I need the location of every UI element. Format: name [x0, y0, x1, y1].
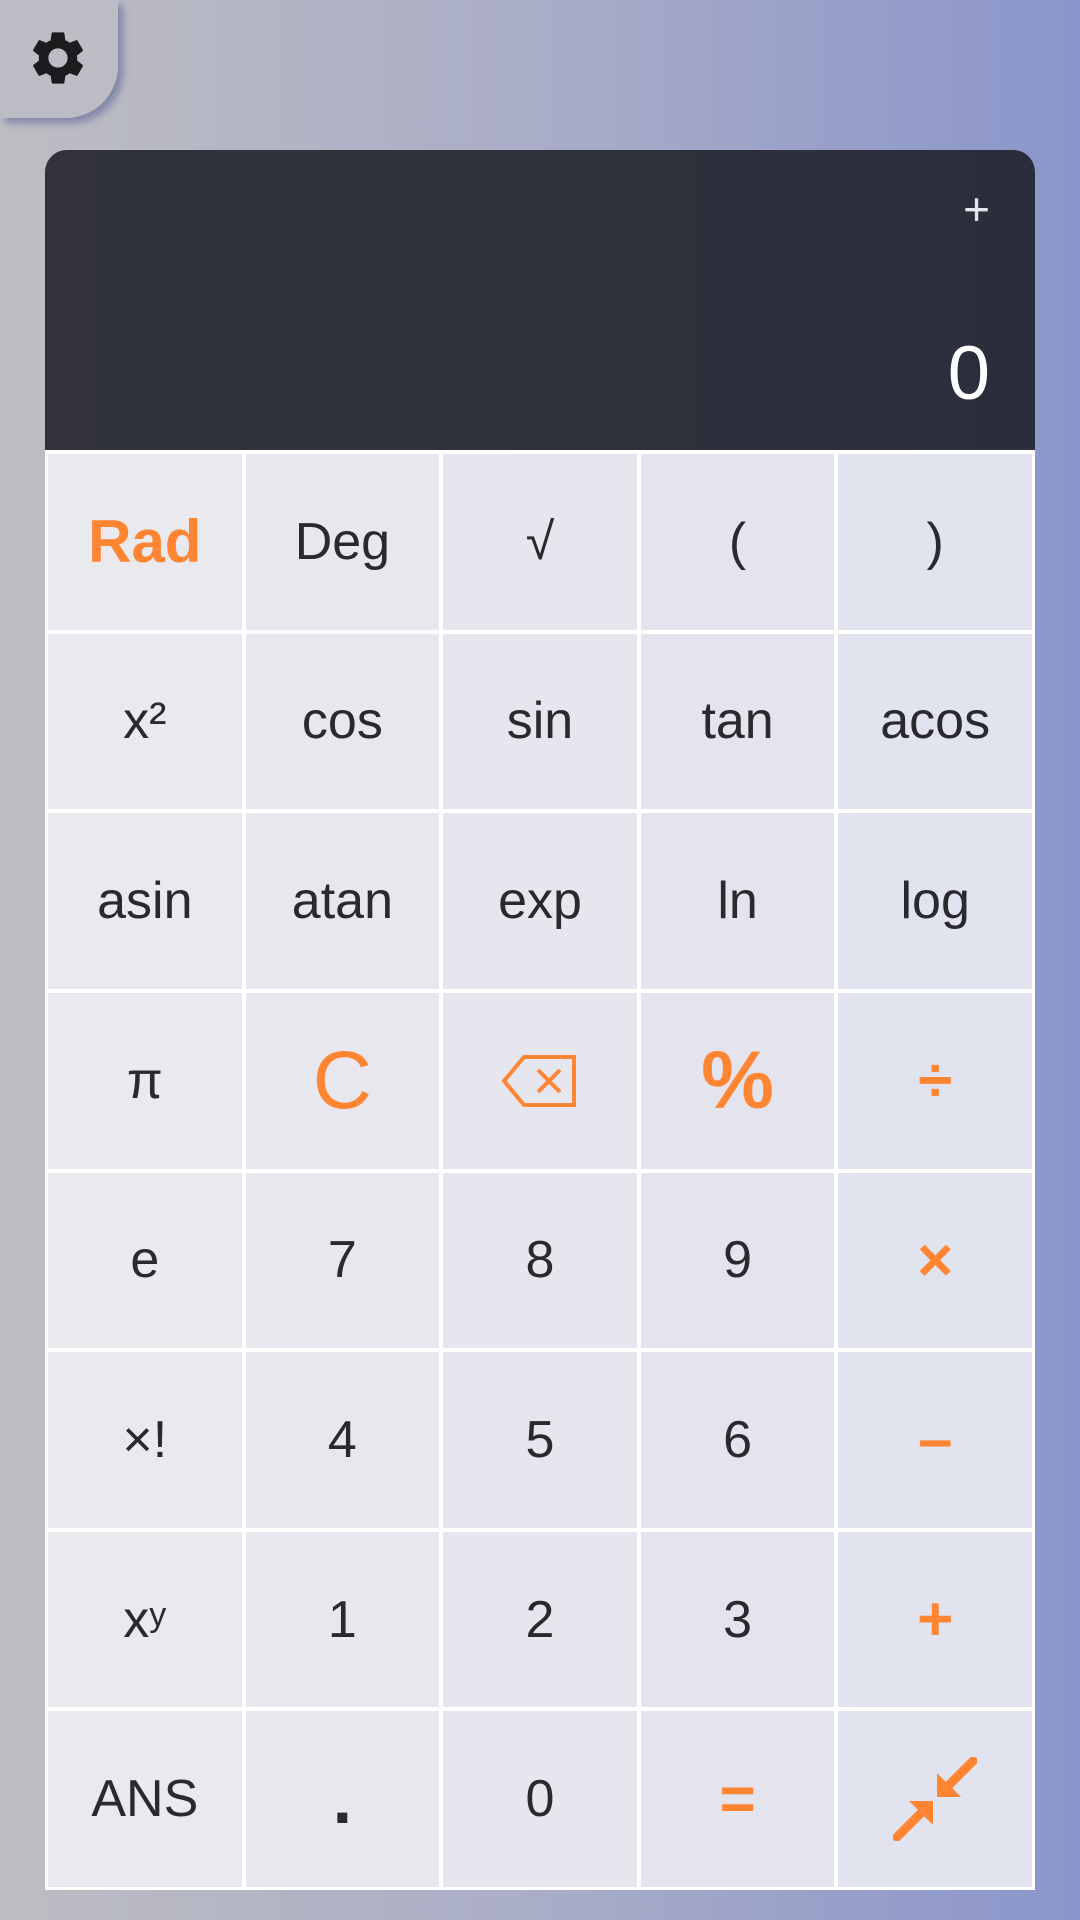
- acos-button[interactable]: acos: [838, 633, 1032, 810]
- result-display: 0: [947, 331, 990, 416]
- digit-8-button[interactable]: 8: [443, 1172, 637, 1349]
- digit-6-button[interactable]: 6: [640, 1352, 835, 1528]
- digit-9-button[interactable]: 9: [640, 1172, 835, 1349]
- keypad: Rad Deg √ ( ) x² cos sin tan acos asin a…: [45, 450, 1035, 1890]
- deg-button[interactable]: Deg: [245, 454, 440, 630]
- log-button[interactable]: log: [838, 813, 1032, 989]
- clear-button[interactable]: C: [245, 992, 440, 1169]
- digit-1-button[interactable]: 1: [245, 1531, 440, 1708]
- digit-4-button[interactable]: 4: [245, 1352, 440, 1528]
- exp-button[interactable]: exp: [443, 813, 637, 989]
- pi-button[interactable]: π: [48, 992, 242, 1169]
- calculator: + 0 Rad Deg √ ( ) x² cos sin tan acos as…: [45, 150, 1035, 1890]
- square-button[interactable]: x²: [48, 633, 242, 810]
- power-exponent: y: [149, 1596, 167, 1635]
- open-paren-button[interactable]: (: [640, 454, 835, 630]
- multiply-button[interactable]: ×: [838, 1172, 1032, 1349]
- factorial-button[interactable]: ×!: [48, 1352, 242, 1528]
- digit-3-button[interactable]: 3: [640, 1531, 835, 1708]
- history-toggle-button[interactable]: +: [963, 186, 990, 232]
- digit-5-button[interactable]: 5: [443, 1352, 637, 1528]
- decimal-button[interactable]: .: [245, 1711, 440, 1887]
- atan-button[interactable]: atan: [245, 813, 440, 989]
- ln-button[interactable]: ln: [640, 813, 835, 989]
- plus-button[interactable]: +: [838, 1531, 1032, 1708]
- backspace-icon: [501, 1054, 576, 1107]
- display-panel: + 0: [45, 150, 1035, 450]
- minus-button[interactable]: –: [838, 1352, 1032, 1528]
- divide-button[interactable]: ÷: [838, 992, 1032, 1169]
- close-paren-button[interactable]: ): [838, 454, 1032, 630]
- sin-button[interactable]: sin: [443, 633, 637, 810]
- power-button[interactable]: xy: [48, 1531, 242, 1708]
- digit-0-button[interactable]: 0: [443, 1711, 637, 1887]
- gear-icon: [33, 32, 83, 84]
- sqrt-button[interactable]: √: [443, 454, 637, 630]
- cos-button[interactable]: cos: [245, 633, 440, 810]
- rad-button[interactable]: Rad: [48, 454, 242, 630]
- equals-button[interactable]: =: [640, 1711, 835, 1887]
- e-button[interactable]: e: [48, 1172, 242, 1349]
- collapse-button[interactable]: [838, 1711, 1032, 1887]
- digit-2-button[interactable]: 2: [443, 1531, 637, 1708]
- asin-button[interactable]: asin: [48, 813, 242, 989]
- collapse-arrows-icon: [893, 1757, 978, 1842]
- backspace-button[interactable]: [443, 992, 637, 1169]
- digit-7-button[interactable]: 7: [245, 1172, 440, 1349]
- settings-button[interactable]: [0, 0, 118, 118]
- power-base: x: [123, 1590, 150, 1649]
- tan-button[interactable]: tan: [640, 633, 835, 810]
- percent-button[interactable]: %: [640, 992, 835, 1169]
- ans-button[interactable]: ANS: [48, 1711, 242, 1887]
